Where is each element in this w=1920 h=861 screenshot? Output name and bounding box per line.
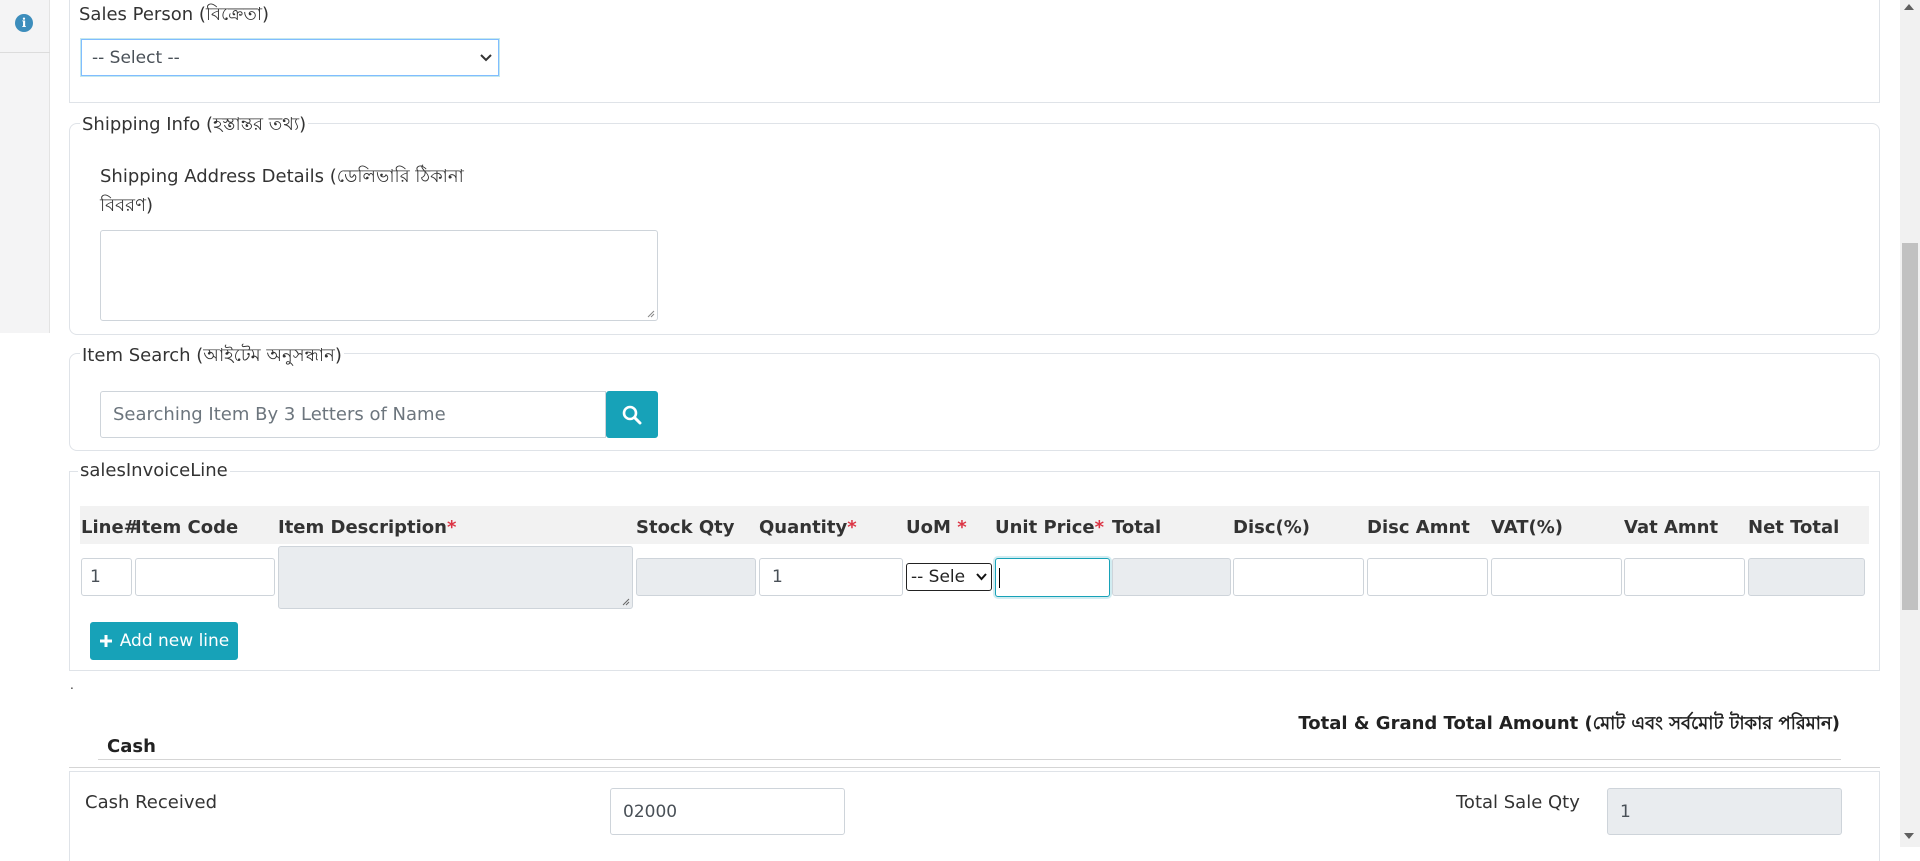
scrollbar-thumb[interactable] xyxy=(1902,243,1918,610)
sales-person-select[interactable]: -- Select -- xyxy=(81,39,499,76)
cash-received-label: Cash Received xyxy=(85,792,218,813)
col-header-vat-amnt: Vat Amnt xyxy=(1624,517,1719,538)
uom-select[interactable]: -- Sele xyxy=(906,563,992,591)
shipping-info-legend: Shipping Info (হস্তান্তর তথ্য) xyxy=(80,110,309,141)
col-header-stock-qty: Stock Qty xyxy=(636,517,735,538)
col-header-total: Total xyxy=(1112,517,1162,538)
total-sale-qty-label: Total Sale Qty xyxy=(1456,792,1580,813)
cash-received-input[interactable]: 02000 xyxy=(610,788,845,835)
col-header-unit-price: Unit Price* xyxy=(995,517,1105,538)
col-header-line-no: Line# xyxy=(81,517,139,538)
vat-pct-input[interactable] xyxy=(1491,558,1622,596)
disc-amnt-input[interactable] xyxy=(1367,558,1488,596)
shipping-address-textarea[interactable] xyxy=(100,230,658,321)
vat-amnt-input[interactable] xyxy=(1624,558,1745,596)
line-no-input[interactable]: 1 xyxy=(81,558,132,596)
sales-invoice-line-legend: salesInvoiceLine xyxy=(78,460,230,481)
col-header-disc-pct: Disc(%) xyxy=(1233,517,1310,538)
scroll-down-arrow-icon[interactable] xyxy=(1904,833,1914,839)
left-sidebar xyxy=(0,0,50,333)
sales-person-selected: -- Select -- xyxy=(92,47,180,68)
stock-qty-input xyxy=(636,558,756,596)
totals-divider xyxy=(98,759,1841,760)
item-search-button[interactable] xyxy=(606,391,658,438)
item-search-legend: Item Search (আইটেম অনুসন্ধান) xyxy=(80,341,344,372)
chevron-down-icon xyxy=(480,53,492,61)
info-icon[interactable]: i xyxy=(15,14,33,32)
resize-handle-icon[interactable] xyxy=(645,308,655,318)
plus-icon xyxy=(99,635,112,647)
scroll-up-arrow-icon[interactable] xyxy=(1904,4,1914,10)
sales-person-label: Sales Person (বিক্রেতা) xyxy=(79,4,270,25)
shipping-address-label: Shipping Address Details (ডেলিভারি ঠিকান… xyxy=(100,166,464,216)
col-header-item-description: Item Description* xyxy=(278,517,457,538)
col-header-item-code: Item Code xyxy=(135,517,239,538)
search-icon xyxy=(622,405,642,424)
add-new-line-button[interactable]: Add new line xyxy=(90,622,238,660)
sidebar-divider xyxy=(0,52,50,53)
total-input xyxy=(1112,558,1231,596)
quantity-input[interactable]: 1 xyxy=(759,558,903,596)
col-header-net-total: Net Total xyxy=(1748,517,1840,538)
col-header-quantity: Quantity* xyxy=(759,517,857,538)
total-sale-qty-input: 1 xyxy=(1607,788,1842,835)
dot-marker: . xyxy=(70,678,74,692)
unit-price-input[interactable] xyxy=(995,558,1110,597)
col-header-vat-pct: VAT(%) xyxy=(1491,517,1564,538)
item-code-input[interactable] xyxy=(135,558,275,596)
text-cursor xyxy=(999,567,1000,588)
col-header-uom: UoM * xyxy=(906,517,967,538)
disc-pct-input[interactable] xyxy=(1233,558,1364,596)
totals-title: Total & Grand Total Amount (মোট এবং সর্ব… xyxy=(1298,713,1840,734)
resize-handle-icon[interactable] xyxy=(620,596,630,606)
cash-heading: Cash xyxy=(107,736,156,757)
totals-divider-2 xyxy=(69,767,1880,768)
chevron-down-icon xyxy=(976,573,987,581)
net-total-input xyxy=(1748,558,1865,596)
item-description-textarea[interactable] xyxy=(278,546,633,609)
col-header-disc-amnt: Disc Amnt xyxy=(1367,517,1470,538)
item-search-input[interactable]: Searching Item By 3 Letters of Name xyxy=(100,391,606,438)
